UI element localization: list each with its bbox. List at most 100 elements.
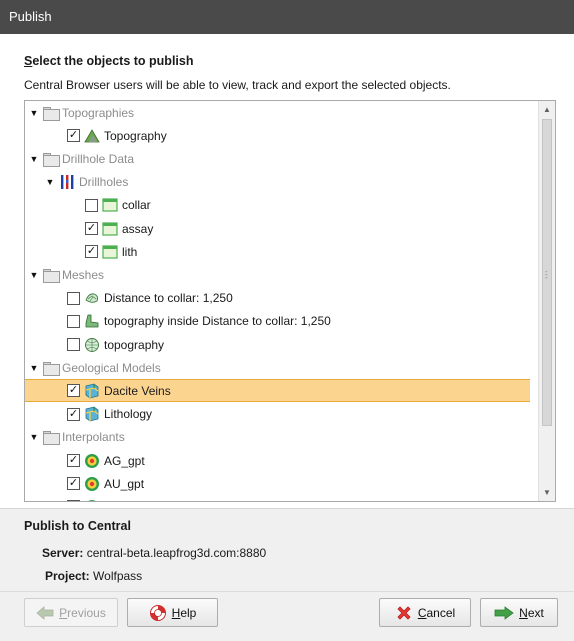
tree-item[interactable]: topography inside Distance to collar: 1,… bbox=[25, 310, 530, 333]
help-mnemonic: H bbox=[171, 605, 181, 620]
folder-icon bbox=[43, 268, 60, 283]
geological-model-icon bbox=[84, 406, 100, 422]
tree-group[interactable]: ▼ Drillhole Data bbox=[25, 147, 530, 170]
help-label: elp bbox=[180, 605, 197, 620]
expand-triangle-icon[interactable]: ▼ bbox=[29, 154, 39, 164]
tree-item[interactable]: ✓ lith bbox=[25, 240, 530, 263]
tree-group[interactable]: ▼ Drillholes bbox=[25, 171, 530, 194]
section-heading: Select the objects to publish bbox=[24, 54, 193, 68]
tree-group[interactable]: ▼ Topographies bbox=[25, 101, 530, 124]
scroll-up-arrow-icon[interactable]: ▲ bbox=[539, 101, 555, 118]
cancel-mnemonic: C bbox=[417, 605, 427, 620]
tree-group[interactable]: ▼ Geological Models bbox=[25, 356, 530, 379]
publish-to-central-section: Publish to Central bbox=[24, 519, 131, 533]
item-checkbox[interactable]: ✓ bbox=[67, 129, 80, 143]
tree-item[interactable]: ✓ AG_gpt bbox=[25, 449, 530, 472]
cancel-button[interactable]: Cancel bbox=[379, 598, 471, 627]
tree-group[interactable]: ▼ Meshes bbox=[25, 263, 530, 286]
cancel-label: ancel bbox=[426, 605, 456, 620]
tree-item-label: lith bbox=[122, 244, 138, 259]
mesh-icon bbox=[84, 290, 100, 306]
next-mnemonic: N bbox=[519, 605, 528, 620]
tree-item[interactable]: Distance to collar: 1,250 bbox=[25, 287, 530, 310]
tree-item-label: Lithology bbox=[104, 407, 153, 422]
tree-item-label: assay bbox=[122, 221, 154, 236]
expand-triangle-icon[interactable]: ▼ bbox=[29, 270, 39, 280]
window-title: Publish bbox=[9, 9, 52, 24]
tree-item[interactable]: ✓ CU_pct bbox=[25, 495, 530, 501]
next-label: ext bbox=[527, 605, 544, 620]
geological-model-icon bbox=[84, 383, 100, 399]
tree-item[interactable]: ✓ Lithology bbox=[25, 403, 530, 426]
tree-group[interactable]: ▼ Interpolants bbox=[25, 426, 530, 449]
tree-item[interactable]: ✓ Dacite Veins bbox=[25, 379, 530, 403]
topography-icon bbox=[84, 128, 100, 144]
objects-tree[interactable]: ▼ Topographies ✓ Topography ▼ Drillhole Data ▼… bbox=[24, 100, 556, 502]
item-checkbox[interactable]: ✓ bbox=[67, 500, 80, 501]
item-checkbox[interactable]: ✓ bbox=[85, 245, 98, 259]
expand-triangle-icon[interactable]: ▼ bbox=[29, 363, 39, 373]
tree-item[interactable]: ✓ assay bbox=[25, 217, 530, 240]
table-icon bbox=[102, 244, 118, 260]
previous-mnemonic: P bbox=[59, 605, 68, 620]
mesh-boot-icon bbox=[84, 313, 100, 329]
tree-item-label: topography bbox=[104, 337, 165, 352]
table-icon bbox=[102, 197, 118, 213]
next-button[interactable]: Next bbox=[480, 598, 558, 627]
scrollbar-thumb[interactable]: - - - bbox=[542, 119, 552, 426]
interpolant-icon bbox=[84, 476, 100, 492]
interpolant-icon bbox=[84, 453, 100, 469]
tree-item[interactable]: collar bbox=[25, 194, 530, 217]
previous-button[interactable]: Previous bbox=[24, 598, 118, 627]
scroll-grip-icon: - - - bbox=[545, 267, 548, 282]
item-checkbox[interactable]: ✓ bbox=[67, 384, 80, 398]
item-checkbox[interactable]: ✓ bbox=[85, 222, 98, 235]
tree-item[interactable]: ✓ Topography bbox=[25, 124, 530, 147]
expand-triangle-icon[interactable]: ▼ bbox=[29, 432, 39, 442]
server-value: central-beta.leapfrog3d.com:8880 bbox=[86, 546, 267, 560]
project-row: Project: Wolfpass bbox=[45, 569, 142, 583]
help-button[interactable]: Help bbox=[127, 598, 218, 627]
tree-scrollbar[interactable]: ▲ - - - ▼ bbox=[538, 101, 555, 501]
folder-icon bbox=[43, 361, 60, 376]
tree-item-label: Drillhole Data bbox=[62, 151, 135, 166]
server-label: Server: bbox=[42, 546, 84, 560]
item-checkbox[interactable]: ✓ bbox=[67, 407, 80, 421]
table-icon bbox=[102, 221, 118, 237]
section-description: Central Browser users will be able to vi… bbox=[24, 78, 451, 92]
arrow-right-icon bbox=[494, 605, 514, 620]
item-checkbox[interactable]: ✓ bbox=[67, 454, 80, 467]
tree-item-label: Dacite Veins bbox=[104, 383, 171, 398]
item-checkbox[interactable] bbox=[67, 338, 80, 351]
tree-item-label: topography inside Distance to collar: 1,… bbox=[104, 314, 331, 329]
button-bar: Previous Help Cancel Next bbox=[0, 591, 574, 641]
item-checkbox[interactable] bbox=[67, 314, 80, 328]
tree-item[interactable]: topography bbox=[25, 333, 530, 356]
expand-triangle-icon[interactable]: ▼ bbox=[29, 108, 39, 118]
tree-item-label: AU_gpt bbox=[104, 476, 145, 491]
previous-label: revious bbox=[67, 605, 106, 620]
scroll-down-arrow-icon[interactable]: ▼ bbox=[539, 484, 555, 501]
folder-icon bbox=[43, 431, 60, 446]
window-title-bar: Publish bbox=[0, 0, 574, 34]
project-label: Project: bbox=[45, 569, 90, 583]
tree-item-label: Topography bbox=[104, 128, 167, 143]
tree-item-label: Geological Models bbox=[62, 360, 161, 375]
cancel-x-icon bbox=[397, 605, 411, 620]
tree-item-label: collar bbox=[122, 198, 151, 213]
folder-icon bbox=[43, 106, 60, 121]
tree-item-label: Distance to collar: 1,250 bbox=[104, 291, 233, 306]
heading-text: elect the objects to publish bbox=[32, 54, 194, 68]
item-checkbox[interactable] bbox=[67, 291, 80, 305]
tree-item-label: CU_pct bbox=[104, 500, 144, 501]
mesh-globe-icon bbox=[84, 337, 100, 353]
item-checkbox[interactable] bbox=[85, 198, 98, 212]
tree-item[interactable]: ✓ AU_gpt bbox=[25, 472, 530, 495]
help-lifebuoy-icon bbox=[149, 604, 166, 621]
tree-item-label: Meshes bbox=[62, 267, 105, 282]
item-checkbox[interactable]: ✓ bbox=[67, 477, 80, 491]
tree-item-label: AG_gpt bbox=[104, 453, 145, 468]
interpolant-icon bbox=[84, 499, 100, 501]
tree-item-label: Drillholes bbox=[79, 175, 129, 190]
expand-triangle-icon[interactable]: ▼ bbox=[45, 177, 55, 187]
